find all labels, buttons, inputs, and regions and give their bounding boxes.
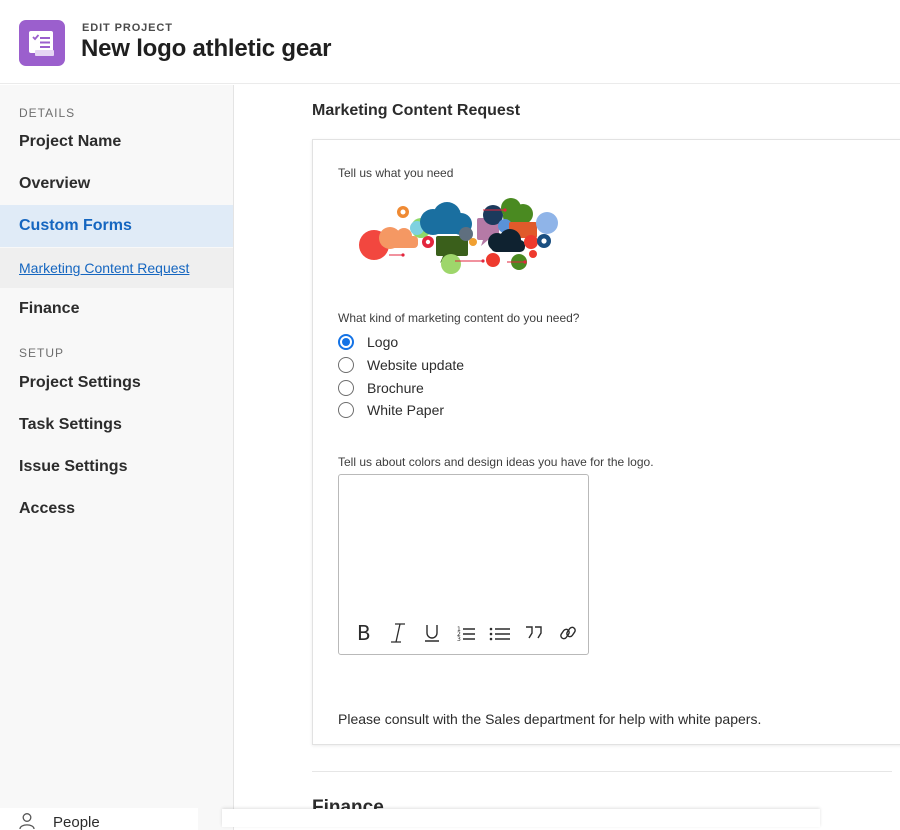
bulleted-list-icon[interactable] xyxy=(483,621,517,645)
option-white-paper[interactable]: White Paper xyxy=(338,400,444,420)
sidebar-item-marketing-content-request[interactable]: Marketing Content Request xyxy=(0,248,233,288)
radio-logo[interactable] xyxy=(338,334,354,350)
option-label: White Paper xyxy=(367,402,445,418)
need-label: Tell us what you need xyxy=(338,166,454,180)
custom-form-card: Tell us what you need What kind of marke… xyxy=(312,139,900,745)
option-logo[interactable]: Logo xyxy=(338,332,398,352)
sidebar-item-finance[interactable]: Finance xyxy=(0,288,233,330)
header: EDIT PROJECT New logo athletic gear xyxy=(0,0,900,84)
page-eyebrow: EDIT PROJECT xyxy=(82,22,173,34)
italic-icon[interactable] xyxy=(381,621,415,645)
project-title: New logo athletic gear xyxy=(81,35,332,62)
bold-icon[interactable]: B xyxy=(347,621,381,645)
sidebar-item-overview[interactable]: Overview xyxy=(0,163,233,205)
sidebar-item-project-name[interactable]: Project Name xyxy=(0,121,233,163)
person-icon xyxy=(18,812,36,830)
option-label: Brochure xyxy=(367,380,424,396)
design-ideas-editor[interactable]: B 123 xyxy=(338,474,589,655)
option-label: Website update xyxy=(367,357,465,373)
radio-white-paper[interactable] xyxy=(338,402,354,418)
sidebar-section-setup: SETUP xyxy=(19,346,65,360)
sidebar-section-details: DETAILS xyxy=(19,106,76,120)
svg-text:B: B xyxy=(357,622,371,644)
sidebar-item-access[interactable]: Access xyxy=(0,488,233,530)
option-brochure[interactable]: Brochure xyxy=(338,378,424,398)
sidebar-item-project-settings[interactable]: Project Settings xyxy=(0,362,233,404)
bottom-overlay-bar xyxy=(222,809,820,827)
content-type-question: What kind of marketing content do you ne… xyxy=(338,311,580,325)
sidebar-item-custom-forms[interactable]: Custom Forms xyxy=(0,205,233,247)
underline-icon[interactable] xyxy=(415,621,449,645)
radio-website-update[interactable] xyxy=(338,357,354,373)
numbered-list-icon[interactable]: 123 xyxy=(449,621,483,645)
marketing-collage-image xyxy=(355,198,563,281)
sidebar-item-task-settings[interactable]: Task Settings xyxy=(0,404,233,446)
link-icon[interactable] xyxy=(551,621,585,645)
people-nav-button[interactable]: People xyxy=(0,808,198,830)
section-title: Marketing Content Request xyxy=(312,102,521,119)
section-divider xyxy=(312,771,892,772)
quote-icon[interactable] xyxy=(517,621,551,645)
rich-text-toolbar: B 123 xyxy=(347,621,585,645)
sidebar-item-issue-settings[interactable]: Issue Settings xyxy=(0,446,233,488)
design-ideas-label: Tell us about colors and design ideas yo… xyxy=(338,455,654,469)
project-form-icon xyxy=(19,20,65,66)
option-website-update[interactable]: Website update xyxy=(338,355,464,375)
sidebar: DETAILS Project Name Overview Custom For… xyxy=(0,85,234,830)
svg-text:3: 3 xyxy=(457,636,461,643)
sales-note: Please consult with the Sales department… xyxy=(338,711,762,727)
option-label: Logo xyxy=(367,334,399,350)
people-label: People xyxy=(53,814,100,830)
radio-brochure[interactable] xyxy=(338,380,354,396)
